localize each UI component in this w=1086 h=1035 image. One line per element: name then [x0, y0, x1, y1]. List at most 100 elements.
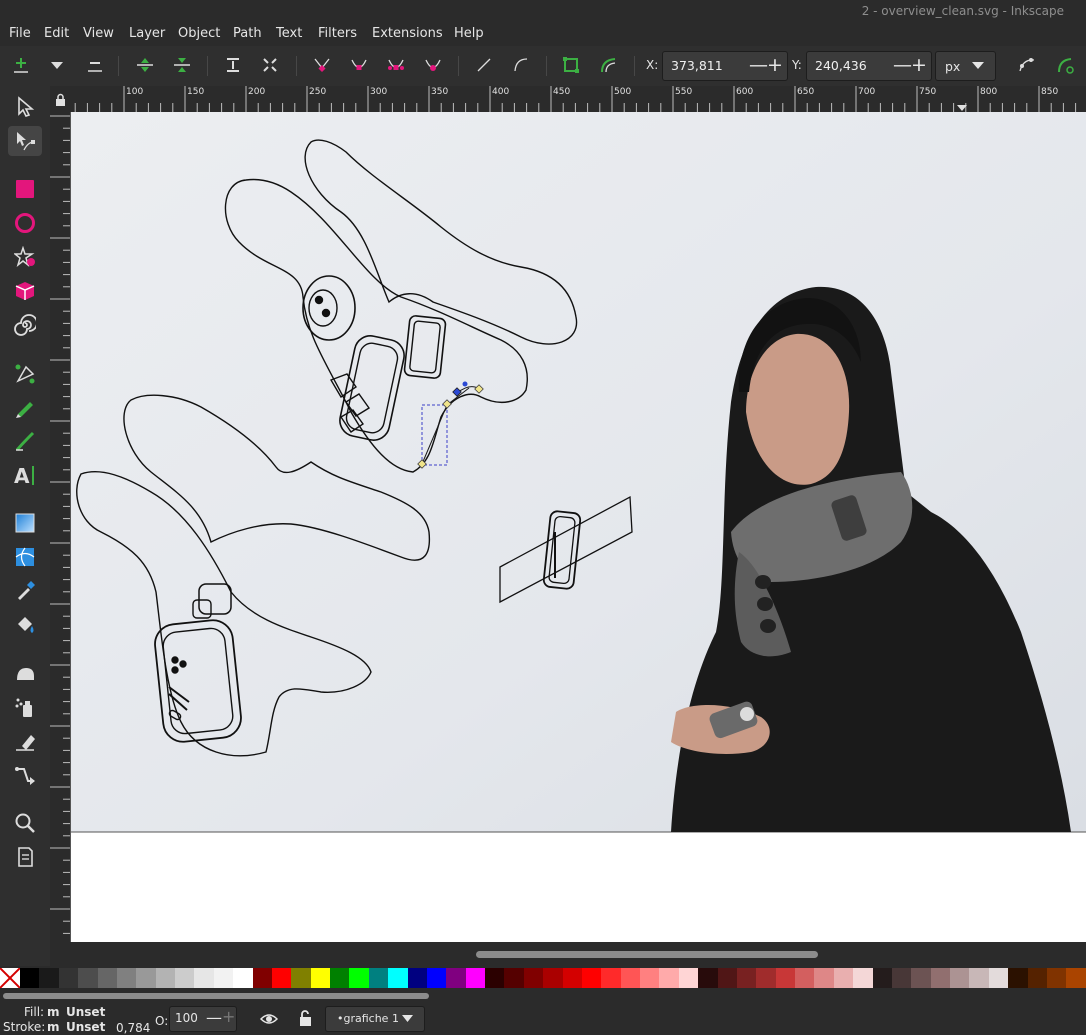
join-nodes-icon[interactable]: [134, 54, 156, 76]
color-swatch[interactable]: [155, 968, 175, 988]
y-increment-button[interactable]: +: [911, 55, 927, 75]
color-swatch[interactable]: [1027, 968, 1047, 988]
eye-icon[interactable]: [260, 1012, 278, 1026]
gradient-tool-icon[interactable]: [8, 508, 42, 538]
eraser-tool-icon[interactable]: [8, 726, 42, 756]
unlock-icon[interactable]: [299, 1010, 313, 1027]
color-swatch[interactable]: [252, 968, 272, 988]
node-cusp-icon[interactable]: [311, 54, 333, 76]
selector-tool-icon[interactable]: [8, 92, 42, 122]
opacity-increment-button[interactable]: +: [222, 1007, 235, 1026]
vertical-ruler[interactable]: [50, 112, 71, 942]
zoom-tool-icon[interactable]: [8, 808, 42, 838]
menu-text[interactable]: Text: [276, 26, 302, 41]
color-swatch[interactable]: [349, 968, 369, 988]
stroke-width[interactable]: 0,784: [116, 1021, 150, 1035]
color-swatch[interactable]: [213, 968, 234, 988]
lock-icon[interactable]: [55, 93, 66, 106]
color-swatch[interactable]: [368, 968, 389, 988]
menu-edit[interactable]: Edit: [44, 26, 69, 41]
color-swatch[interactable]: [969, 968, 989, 988]
break-path-icon[interactable]: [171, 54, 193, 76]
join-segment-icon[interactable]: [222, 54, 244, 76]
x-coord-field[interactable]: 373,811 — +: [662, 51, 788, 81]
node-symmetric-icon[interactable]: [385, 54, 407, 76]
color-swatch[interactable]: [310, 968, 330, 988]
menu-layer[interactable]: Layer: [129, 26, 165, 41]
rectangle-tool-icon[interactable]: [8, 174, 42, 204]
opacity-field[interactable]: 100 — +: [169, 1006, 237, 1032]
star-tool-icon[interactable]: [8, 242, 42, 272]
color-swatch[interactable]: [853, 968, 873, 988]
color-swatch[interactable]: [698, 968, 718, 988]
y-decrement-button[interactable]: —: [893, 55, 912, 75]
menu-object[interactable]: Object: [178, 26, 220, 41]
calligraphy-tool-icon[interactable]: [8, 426, 42, 456]
text-tool-icon[interactable]: A: [8, 460, 42, 490]
unit-select[interactable]: px: [935, 51, 996, 81]
color-swatch[interactable]: [446, 968, 466, 988]
3dbox-tool-icon[interactable]: [8, 276, 42, 306]
connector-tool-icon[interactable]: [8, 760, 42, 790]
color-swatch[interactable]: [426, 968, 447, 988]
opacity-decrement-button[interactable]: —: [206, 1008, 222, 1027]
color-swatch[interactable]: [58, 968, 79, 988]
color-swatch[interactable]: [39, 968, 59, 988]
color-swatch[interactable]: [485, 968, 505, 988]
color-swatch[interactable]: [388, 968, 408, 988]
color-swatch[interactable]: [640, 968, 660, 988]
x-increment-button[interactable]: +: [767, 55, 783, 75]
color-swatch[interactable]: [465, 968, 485, 988]
color-swatch[interactable]: [581, 968, 602, 988]
menu-filters[interactable]: Filters: [318, 26, 357, 41]
color-swatch[interactable]: [911, 968, 931, 988]
color-swatch[interactable]: [678, 968, 699, 988]
pencil-tool-icon[interactable]: [8, 392, 42, 422]
color-swatch[interactable]: [136, 968, 156, 988]
spiral-tool-icon[interactable]: [8, 310, 42, 340]
color-swatch[interactable]: [601, 968, 621, 988]
color-swatch[interactable]: [543, 968, 563, 988]
delete-node-icon[interactable]: [84, 54, 106, 76]
color-swatch[interactable]: [736, 968, 757, 988]
node-auto-smooth-icon[interactable]: [422, 54, 444, 76]
ellipse-tool-icon[interactable]: [8, 208, 42, 238]
color-swatch[interactable]: [756, 968, 776, 988]
menu-file[interactable]: File: [9, 26, 31, 41]
color-swatch[interactable]: [717, 968, 737, 988]
color-swatch[interactable]: [814, 968, 834, 988]
color-swatch[interactable]: [562, 968, 582, 988]
color-swatch[interactable]: [194, 968, 214, 988]
document-properties-icon[interactable]: [8, 842, 42, 872]
color-swatch[interactable]: [930, 968, 950, 988]
bezier-tool-icon[interactable]: [8, 358, 42, 388]
show-handles-icon[interactable]: [1016, 54, 1038, 76]
color-swatch[interactable]: [1066, 968, 1086, 988]
menu-help[interactable]: Help: [454, 26, 484, 41]
no-paint-swatch[interactable]: [0, 968, 20, 988]
horizontal-ruler[interactable]: 100 150 200 250 300 350 400 450 500 550 …: [70, 86, 1086, 113]
path-effect-icon[interactable]: [1054, 54, 1076, 76]
node-smooth-icon[interactable]: [348, 54, 370, 76]
color-swatch[interactable]: [407, 968, 427, 988]
color-swatch[interactable]: [891, 968, 912, 988]
stroke-to-path-icon[interactable]: [598, 54, 620, 76]
fill-value[interactable]: Unset: [66, 1005, 105, 1019]
menu-path[interactable]: Path: [233, 26, 262, 41]
canvas[interactable]: [71, 112, 1086, 942]
paint-bucket-tool-icon[interactable]: [8, 610, 42, 640]
color-swatch[interactable]: [116, 968, 137, 988]
object-to-path-icon[interactable]: [560, 54, 582, 76]
mesh-tool-icon[interactable]: [8, 542, 42, 572]
color-swatch[interactable]: [523, 968, 544, 988]
node-tool-icon[interactable]: [8, 126, 42, 156]
color-swatch[interactable]: [504, 968, 524, 988]
color-swatch[interactable]: [97, 968, 117, 988]
color-swatch[interactable]: [872, 968, 892, 988]
color-swatch[interactable]: [20, 968, 40, 988]
horizontal-scrollbar[interactable]: [71, 942, 1086, 968]
x-decrement-button[interactable]: —: [749, 55, 768, 75]
y-coord-field[interactable]: 240,436 — +: [806, 51, 932, 81]
color-swatch[interactable]: [330, 968, 350, 988]
color-swatch[interactable]: [233, 968, 253, 988]
